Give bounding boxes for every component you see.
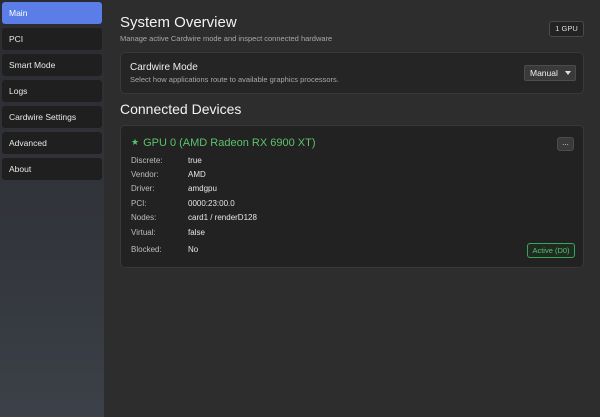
- prop-label: Virtual:: [131, 228, 156, 237]
- star-icon: ★: [131, 137, 140, 147]
- prop-label: Vendor:: [131, 170, 159, 179]
- main-panel: System Overview Manage active Cardwire m…: [104, 0, 600, 417]
- sidebar-item-cardwire-settings[interactable]: Cardwire Settings: [2, 106, 102, 128]
- chevron-down-icon: [565, 71, 571, 75]
- mode-select[interactable]: Manual: [524, 65, 576, 81]
- device-more-button[interactable]: ...: [557, 137, 574, 151]
- sidebar-item-smart-mode[interactable]: Smart Mode: [2, 54, 102, 76]
- device-card: ★ GPU 0 (AMD Radeon RX 6900 XT) ... Discr…: [120, 125, 584, 268]
- prop-label: Blocked:: [131, 245, 162, 254]
- sidebar-item-logs[interactable]: Logs: [2, 80, 102, 102]
- prop-label: Nodes:: [131, 213, 157, 222]
- sidebar-item-about[interactable]: About: [2, 158, 102, 180]
- mode-description: Select how applications route to availab…: [130, 75, 339, 84]
- cardwire-mode-card: Cardwire Mode Select how applications ro…: [120, 52, 584, 94]
- sidebar-item-main[interactable]: Main: [2, 2, 102, 24]
- prop-value: false: [188, 228, 205, 237]
- prop-label: Driver:: [131, 184, 155, 193]
- prop-value: true: [188, 156, 202, 165]
- page-title: System Overview: [120, 14, 237, 31]
- sidebar-item-advanced[interactable]: Advanced: [2, 132, 102, 154]
- device-heading: ★ GPU 0 (AMD Radeon RX 6900 XT): [131, 137, 315, 149]
- prop-value: No: [188, 245, 199, 254]
- prop-value: amdgpu: [188, 184, 217, 193]
- prop-label: PCI:: [131, 199, 147, 208]
- prop-value: 0000:23:00.0: [188, 199, 235, 208]
- sidebar: Main PCI Smart Mode Logs Cardwire Settin…: [0, 0, 104, 417]
- sidebar-item-pci[interactable]: PCI: [2, 28, 102, 50]
- prop-label: Discrete:: [131, 156, 163, 165]
- connected-devices-title: Connected Devices: [120, 101, 242, 117]
- gpu-count-badge: 1 GPU: [549, 21, 584, 37]
- status-badge: Active (D0): [527, 243, 575, 258]
- prop-value: card1 / renderD128: [188, 213, 257, 222]
- mode-title: Cardwire Mode: [130, 62, 198, 73]
- mode-select-value: Manual: [530, 68, 558, 78]
- device-name: GPU 0 (AMD Radeon RX 6900 XT): [143, 137, 316, 149]
- page-subtitle: Manage active Cardwire mode and inspect …: [120, 34, 333, 43]
- prop-value: AMD: [188, 170, 206, 179]
